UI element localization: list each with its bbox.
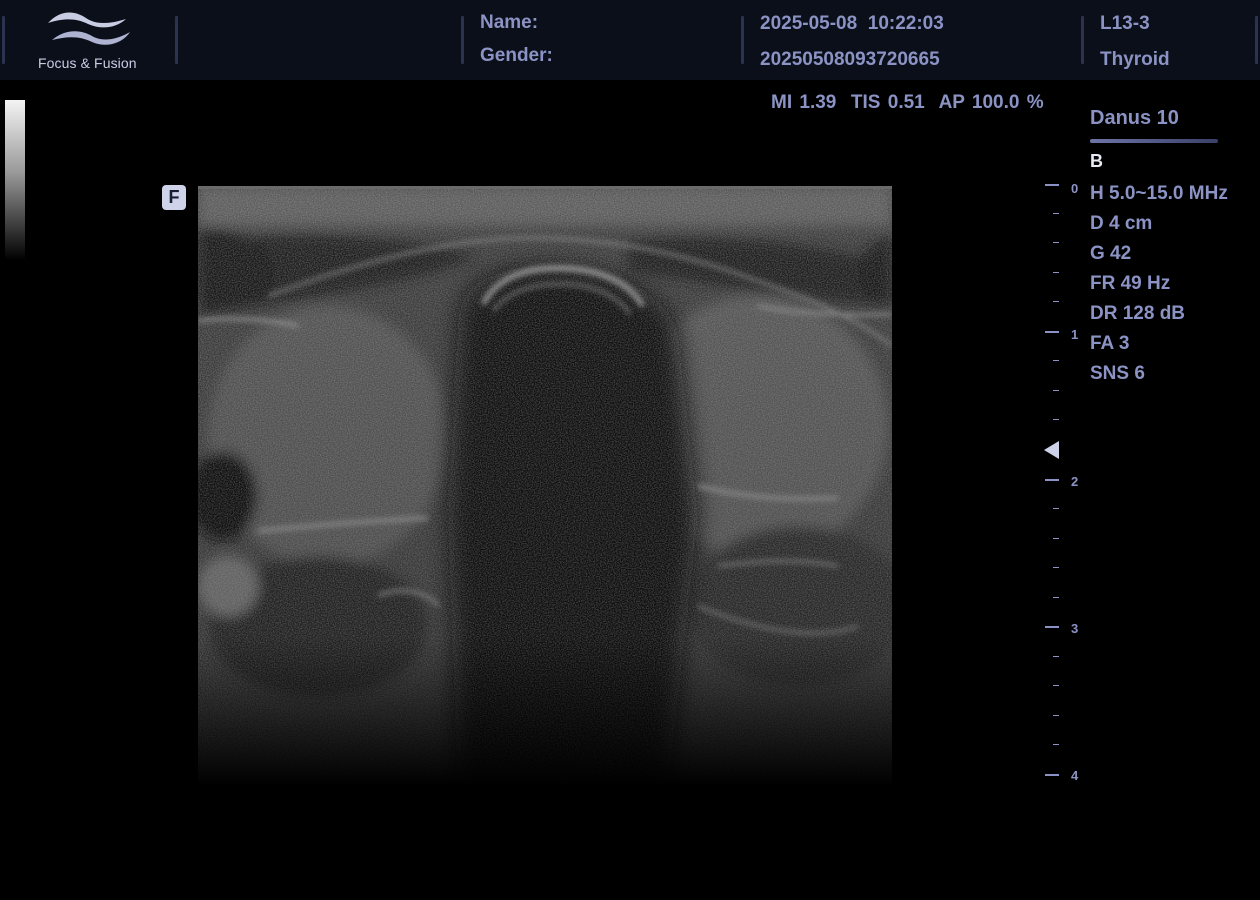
- param-depth: D 4 cm: [1090, 213, 1153, 234]
- header-separator: [175, 16, 178, 64]
- patient-gender-label: Gender:: [480, 45, 553, 66]
- depth-label: 2: [1071, 474, 1078, 489]
- grayscale-bar: [5, 100, 25, 260]
- focus-position-marker-icon[interactable]: [1044, 441, 1059, 459]
- depth-label: 1: [1071, 327, 1078, 342]
- top-header-bar: Focus & Fusion Name: Gender: 2025-05-08 …: [0, 0, 1260, 80]
- param-frequency: H 5.0~15.0 MHz: [1090, 183, 1228, 204]
- brand-logo: Focus & Fusion: [30, 6, 150, 74]
- depth-label: 3: [1071, 621, 1078, 636]
- param-frame-rate: FR 49 Hz: [1090, 273, 1171, 294]
- probe-name: L13-3: [1100, 13, 1150, 34]
- device-model: Danus 10: [1090, 107, 1179, 129]
- imaging-parameters-panel: Danus 10 B H 5.0~15.0 MHz D 4 cm G 42 FR…: [1090, 107, 1260, 389]
- patient-name-label: Name:: [480, 12, 539, 33]
- param-frame-average: FA 3: [1090, 333, 1130, 354]
- exam-datetime: 2025-05-08 10:22:03: [760, 13, 944, 34]
- header-separator: [2, 16, 5, 64]
- ultrasound-image[interactable]: [198, 186, 892, 786]
- param-gain: G 42: [1090, 243, 1132, 264]
- logo-text: Focus & Fusion: [38, 55, 137, 71]
- header-separator: [1081, 16, 1084, 64]
- depth-label: 0: [1071, 181, 1078, 196]
- depth-label: 4: [1071, 768, 1079, 783]
- acoustic-output-indices: MI 1.39 TIS 0.51 AP 100.0 %: [771, 92, 1044, 113]
- header-separator: [461, 16, 464, 64]
- focus-fusion-logo-icon: [48, 12, 130, 45]
- imaging-mode: B: [1090, 151, 1103, 171]
- header-separator: [1255, 16, 1258, 64]
- depth-scale: 0 1 2 3 4: [1044, 181, 1079, 783]
- param-dynamic-range: DR 128 dB: [1090, 303, 1186, 324]
- header-separator: [741, 16, 744, 64]
- exam-id: 20250508093720665: [760, 49, 940, 70]
- focus-indicator-badge: F: [162, 185, 186, 210]
- exam-preset: Thyroid: [1100, 49, 1170, 70]
- param-sensitivity: SNS 6: [1090, 363, 1145, 384]
- device-underline: [1090, 139, 1218, 143]
